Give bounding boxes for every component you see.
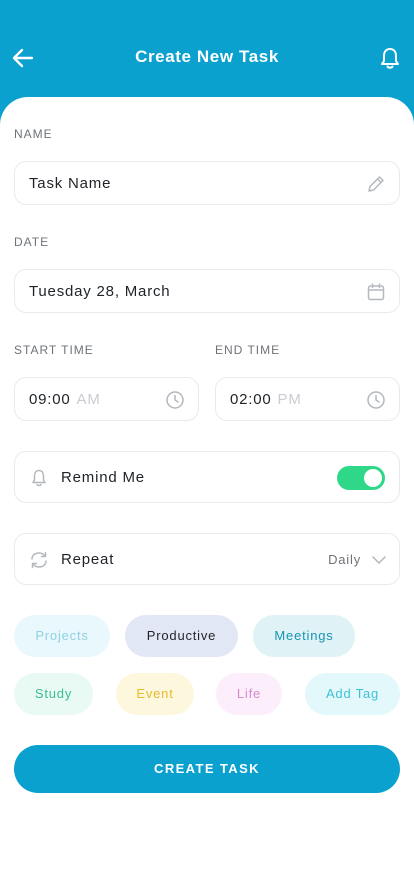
start-time-period: AM — [76, 391, 101, 408]
tag-productive[interactable]: Productive — [125, 615, 238, 657]
end-time-label: END TIME — [215, 343, 281, 357]
start-time-display: 09:00 AM — [29, 391, 101, 408]
task-name-value: Task Name — [29, 175, 112, 192]
task-name-field[interactable]: Task Name — [14, 161, 400, 205]
repeat-value: Daily — [328, 552, 361, 567]
name-label: NAME — [14, 127, 53, 141]
tag-event[interactable]: Event — [116, 673, 194, 715]
start-time-value: 09:00 — [29, 391, 71, 408]
end-time-value: 02:00 — [230, 391, 272, 408]
bell-icon — [32, 469, 46, 487]
add-tag-button[interactable]: Add Tag — [305, 673, 400, 715]
start-time-label: START TIME — [14, 343, 94, 357]
toggle-knob — [364, 469, 382, 487]
tag-study[interactable]: Study — [14, 673, 93, 715]
remind-me-toggle[interactable] — [337, 466, 385, 490]
pencil-icon — [368, 176, 384, 192]
remind-me-row: Remind Me — [14, 451, 400, 503]
repeat-icon — [31, 551, 47, 569]
date-label: DATE — [14, 235, 50, 249]
remind-me-label: Remind Me — [61, 469, 145, 486]
create-task-button[interactable]: CREATE TASK — [14, 745, 400, 793]
repeat-label: Repeat — [61, 551, 115, 568]
tag-meetings[interactable]: Meetings — [253, 615, 355, 657]
end-time-field[interactable]: 02:00 PM — [215, 377, 400, 421]
date-field[interactable]: Tuesday 28, March — [14, 269, 400, 313]
tag-projects[interactable]: Projects — [14, 615, 110, 657]
repeat-select[interactable]: Daily — [317, 550, 387, 570]
clock-icon — [166, 391, 184, 409]
chevron-down-icon — [372, 556, 386, 564]
calendar-icon — [367, 283, 385, 301]
repeat-row: Repeat Daily — [14, 533, 400, 585]
end-time-period: PM — [277, 391, 302, 408]
clock-icon — [367, 391, 385, 409]
bell-icon — [381, 48, 399, 69]
end-time-display: 02:00 PM — [230, 391, 302, 408]
tag-life[interactable]: Life — [216, 673, 282, 715]
notifications-button[interactable] — [376, 44, 404, 72]
date-value: Tuesday 28, March — [29, 283, 171, 300]
start-time-field[interactable]: 09:00 AM — [14, 377, 199, 421]
page-title: Create New Task — [135, 47, 279, 66]
